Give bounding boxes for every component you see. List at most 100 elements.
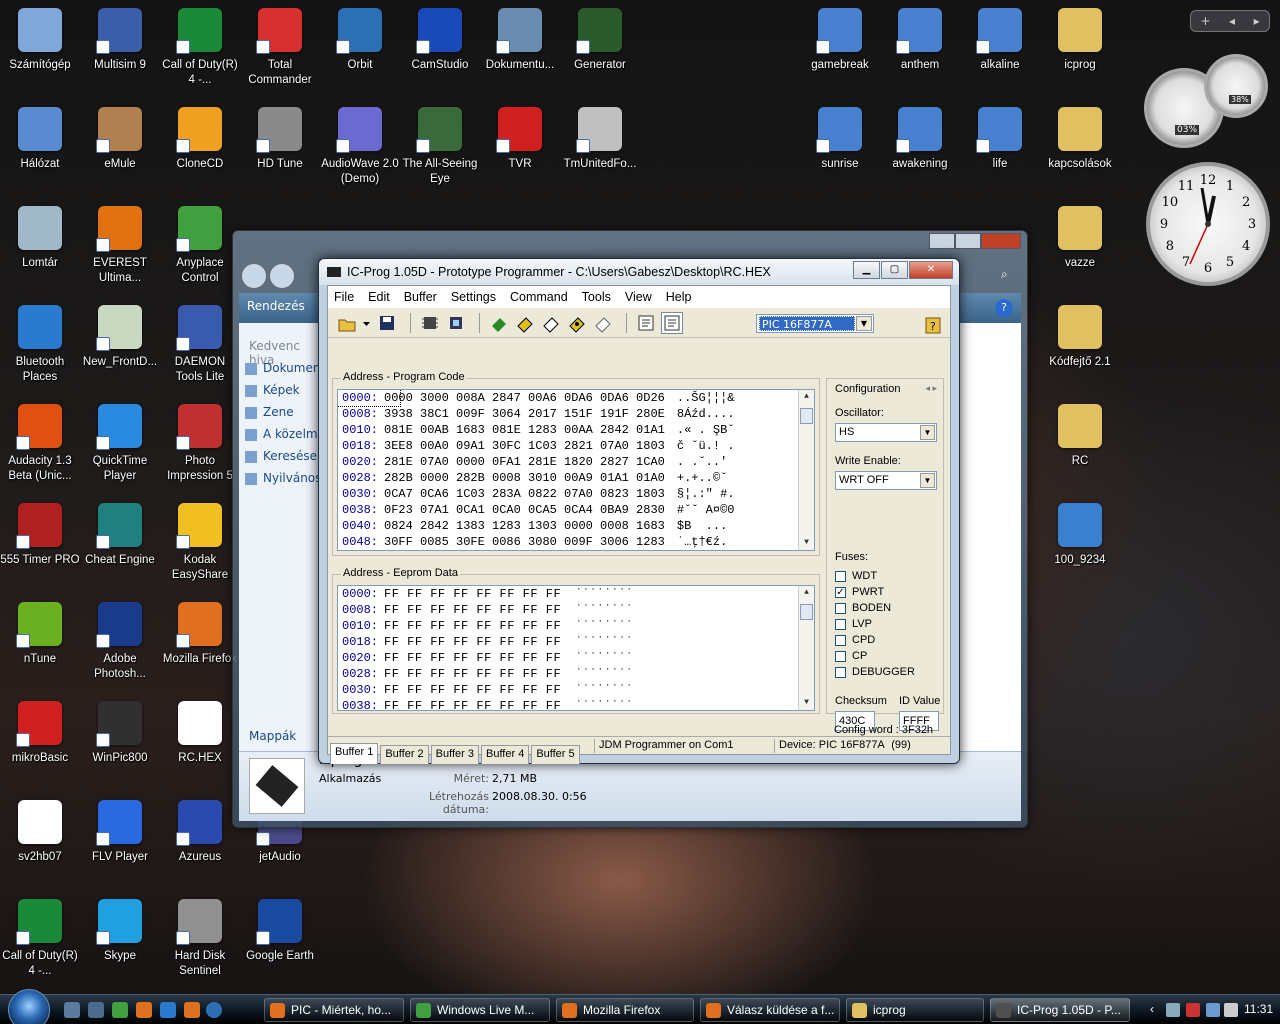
desktop-icon[interactable]: sunrise [800,101,880,193]
desktop-icon[interactable]: Orbit [320,2,400,94]
ie-quicklaunch-icon[interactable] [160,1002,176,1018]
sidebar-gadget-controls[interactable]: + ◂ ▸ [1190,10,1270,32]
tray-expand-icon[interactable]: ‹ [1150,1002,1154,1016]
blank-check-icon[interactable] [592,312,614,334]
taskbar-button[interactable]: PIC - Miértek, ho... [264,998,404,1022]
desktop-icon[interactable]: RC [1040,398,1120,490]
desktop-icon[interactable]: mikroBasic [0,695,80,787]
desktop-icon[interactable]: Anyplace Control [160,200,240,292]
scroll-up-icon[interactable]: ▲ [799,586,814,600]
desktop-icon[interactable]: Hard Disk Sentinel [160,893,240,985]
explorer-maximize-button[interactable] [955,233,981,249]
chevron-down-icon[interactable]: ▼ [856,316,872,331]
favorite-link[interactable]: Dokumen [245,361,327,375]
chevron-down-icon[interactable]: ▼ [920,425,935,440]
menu-item[interactable]: Buffer [404,290,437,304]
desktop-icon[interactable]: Adobe Photosh... [80,596,160,688]
desktop-icon[interactable]: Mozilla Firefox [160,596,240,688]
favorite-link[interactable]: Keresések [245,449,327,463]
desktop-icon[interactable]: vazze [1040,200,1120,292]
taskbar-button[interactable]: Windows Live M... [410,998,550,1022]
desktop-icon[interactable]: Számítógép [0,2,80,94]
open-file-icon[interactable] [336,312,358,334]
desktop-icon[interactable]: anthem [880,2,960,94]
fuse-checkbox[interactable]: DEBUGGER [835,665,915,679]
save-icon[interactable] [376,312,398,334]
desktop-icon[interactable]: gamebreak [800,2,880,94]
desktop-icon[interactable]: WinPic800 [80,695,160,787]
desktop-icon[interactable]: life [960,101,1040,193]
desktop-icon[interactable]: RC.HEX [160,695,240,787]
desktop-icon[interactable]: Kódfejtő 2.1 [1040,299,1120,391]
desktop-icon[interactable]: New_FrontD... [80,299,160,391]
write-enable-select[interactable]: WRT OFF ▼ [835,471,937,490]
menu-item[interactable]: Command [510,290,568,304]
eeprom-data-view[interactable]: 0000: FF FF FF FF FF FF FF FF ˙˙˙˙˙˙˙˙ 0008… [337,585,815,711]
scroll-thumb[interactable] [800,408,813,424]
scroll-up-icon[interactable]: ▲ [799,390,814,404]
explorer-close-button[interactable] [981,233,1021,249]
desktop-icon[interactable]: CloneCD [160,101,240,193]
switch-windows-icon[interactable] [88,1002,104,1018]
scroll-down-icon[interactable]: ▼ [799,696,814,710]
explorer-search-icon[interactable]: ⌕ [1001,267,1017,283]
menu-item[interactable]: Edit [368,290,390,304]
tray-clock[interactable]: 11:31 [1244,1002,1273,1016]
favorite-link[interactable]: Képek [245,383,327,397]
help-icon[interactable]: ? [995,299,1013,317]
favorite-link[interactable]: A közelm [245,427,327,441]
desktop-icon[interactable]: TVR [480,101,560,193]
desktop-icon[interactable]: alkaline [960,2,1040,94]
menu-item[interactable]: View [625,290,652,304]
scroll-down-icon[interactable]: ▼ [799,536,814,550]
desktop-icon[interactable]: HD Tune [240,101,320,193]
menu-item[interactable]: Help [666,290,692,304]
oscillator-select[interactable]: HS ▼ [835,423,937,442]
program-code-view[interactable]: 0000: 0000 3000 008A 2847 00A6 0DA6 0DA6 … [337,389,815,551]
fuse-checkbox[interactable]: LVP [835,617,872,631]
firefox-quicklaunch-icon[interactable] [136,1002,152,1018]
fuse-checkbox[interactable]: BODEN [835,601,891,615]
chip-config-icon[interactable] [445,312,467,334]
firefox-quicklaunch-icon[interactable] [184,1002,200,1018]
close-button[interactable]: ✕ [909,261,953,279]
view-assembler-icon[interactable] [635,312,657,334]
desktop-icon[interactable]: sv2hb07 [0,794,80,886]
view-hex-icon[interactable] [661,311,683,334]
favorite-link[interactable]: Nyilvános [245,471,327,485]
read-all-icon[interactable] [488,312,510,334]
desktop-icon[interactable]: Dokumentu... [480,2,560,94]
desktop-icon[interactable]: Google Earth [240,893,320,985]
eeprom-scrollbar[interactable]: ▲ ▼ [798,586,814,710]
clock-gadget[interactable]: 12 1 2 3 4 5 6 7 8 9 10 11 [1146,162,1270,286]
network-icon[interactable] [1166,1003,1180,1017]
chip-read-icon[interactable] [419,312,441,334]
desktop-icon[interactable]: nTune [0,596,80,688]
desktop-icon[interactable]: QuickTime Player [80,398,160,490]
orbit-quicklaunch-icon[interactable] [206,1002,222,1018]
desktop-icon[interactable]: Lomtár [0,200,80,292]
icprog-titlebar[interactable]: IC-Prog 1.05D - Prototype Programmer - C… [319,259,959,285]
desktop-icon[interactable]: EVEREST Ultima... [80,200,160,292]
open-dropdown-icon[interactable] [362,312,372,334]
desktop-icon[interactable]: TmUnitedFo... [560,101,640,193]
desktop-icon[interactable]: eMule [80,101,160,193]
explorer-minimize-button[interactable] [929,233,955,249]
help-book-icon[interactable]: ? [922,314,944,336]
desktop-icon[interactable]: The All-Seeing Eye [400,101,480,193]
desktop-icon[interactable]: 100_9234 [1040,497,1120,589]
explorer-back-button[interactable] [241,263,267,289]
menu-item[interactable]: Settings [451,290,496,304]
program-code-scrollbar[interactable]: ▲ ▼ [798,390,814,550]
maximize-button[interactable]: ▢ [881,261,908,279]
desktop-icon[interactable]: AudioWave 2.0 (Demo) [320,101,400,193]
desktop-icon[interactable]: Total Commander [240,2,320,94]
fuse-checkbox[interactable]: CP [835,649,867,663]
taskbar-button[interactable]: icprog [846,998,984,1022]
verify-icon[interactable] [566,312,588,334]
device-select[interactable]: PIC 16F877A ▼ [756,314,874,333]
scroll-thumb[interactable] [800,604,813,620]
desktop-icon[interactable]: Multisim 9 [80,2,160,94]
chevron-down-icon[interactable]: ▼ [920,473,935,488]
monitor-icon[interactable] [1206,1003,1220,1017]
